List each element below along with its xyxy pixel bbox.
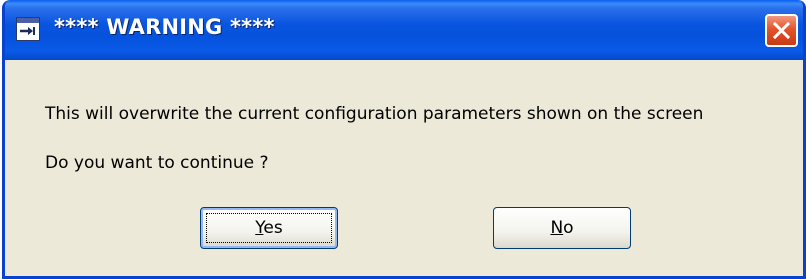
close-button[interactable] bbox=[765, 14, 798, 47]
dialog-title: **** WARNING **** bbox=[54, 15, 275, 39]
yes-button-label: Yes bbox=[255, 218, 283, 238]
no-button-label: No bbox=[550, 218, 574, 238]
warning-message: This will overwrite the current configur… bbox=[45, 104, 704, 124]
no-button[interactable]: No bbox=[493, 207, 631, 249]
title-bar[interactable]: **** WARNING **** bbox=[5, 0, 803, 60]
confirmation-question: Do you want to continue ? bbox=[45, 153, 269, 173]
app-window-icon[interactable] bbox=[16, 17, 40, 41]
warning-dialog: **** WARNING **** This will overwrite th… bbox=[2, 0, 806, 279]
close-x-icon bbox=[773, 22, 790, 39]
yes-button[interactable]: Yes bbox=[200, 207, 338, 249]
